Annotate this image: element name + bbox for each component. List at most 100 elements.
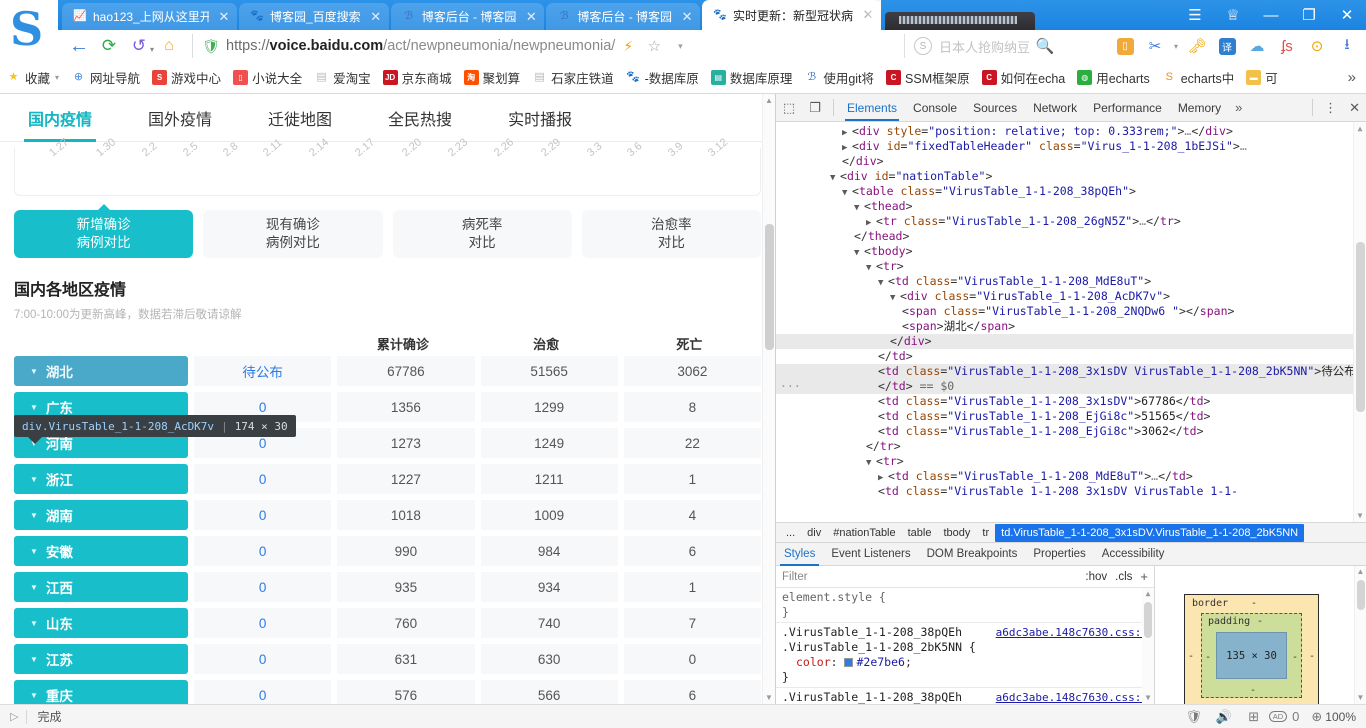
- devtools-tab-sources[interactable]: Sources: [965, 94, 1025, 121]
- dom-line-20[interactable]: <td class="VirusTable_1-1-208_EjGi8c">30…: [776, 424, 1366, 439]
- cloud-icon[interactable]: ☁: [1242, 32, 1272, 60]
- region-name-cell[interactable]: ▼ 江西: [14, 572, 188, 602]
- styles-scroll-thumb[interactable]: [1144, 602, 1152, 638]
- padding-left-value[interactable]: -: [1205, 652, 1211, 663]
- tab-close-icon[interactable]: ✕: [680, 10, 694, 24]
- dom-tree[interactable]: ▶ <div style="position: relative; top: 0.…: [776, 122, 1366, 522]
- expand-caret-icon[interactable]: ▼: [30, 367, 38, 376]
- dom-line-9[interactable]: ▼ <tbody>: [776, 244, 1366, 259]
- expand-caret-icon[interactable]: ▼: [30, 475, 38, 484]
- table-header-cell-3[interactable]: 治愈: [475, 334, 618, 353]
- lightning-icon[interactable]: ⚡: [615, 33, 641, 59]
- styles-filter-input[interactable]: Filter: [782, 571, 1085, 583]
- breadcrumb-item-5[interactable]: tbody: [937, 524, 976, 542]
- cursor-select-icon[interactable]: ⬚: [776, 95, 802, 121]
- dom-line-23[interactable]: ▶ <td class="VirusTable_1-1-208_MdE8uT">……: [776, 469, 1366, 484]
- dom-line-21[interactable]: </tr>: [776, 439, 1366, 454]
- box-pane-scrollbar[interactable]: ▲ ▼: [1354, 566, 1366, 704]
- bookmarks-overflow-icon[interactable]: »: [1348, 69, 1366, 86]
- bookmark-item-3[interactable]: S 游戏中心: [146, 66, 227, 90]
- bookmark-item-13[interactable]: C 如何在echa: [976, 66, 1072, 90]
- dom-line-17[interactable]: <td class="VirusTable_1-1-208_3x1sDV Vir…: [776, 364, 1366, 394]
- devtools-close-icon[interactable]: ✕: [1343, 100, 1366, 116]
- bookmark-item-7[interactable]: 淘聚划算: [458, 66, 527, 90]
- box-content-size[interactable]: 135 × 30: [1216, 632, 1287, 679]
- dom-line-3[interactable]: </div>: [776, 154, 1366, 169]
- table-row[interactable]: ▼ 湖北 待公布 67786 51565 3062: [14, 356, 761, 386]
- breadcrumb-item-7[interactable]: td.VirusTable_1-1-208_3x1sDV.VirusTable_…: [995, 523, 1305, 542]
- table-row[interactable]: ▼ 山东 0 760 740 7: [14, 608, 761, 638]
- close-window-icon[interactable]: ✕: [1328, 0, 1366, 30]
- sound-icon[interactable]: 🔊: [1209, 705, 1239, 728]
- styles-scrollbar[interactable]: ▲ ▼: [1142, 588, 1154, 704]
- scroll-up-icon[interactable]: ▲: [763, 94, 775, 107]
- border-left-value[interactable]: -: [1188, 651, 1194, 662]
- table-row[interactable]: ▼ 江苏 0 631 630 0: [14, 644, 761, 674]
- devtools-tab-console[interactable]: Console: [905, 94, 965, 121]
- dom-line-7[interactable]: ▶ <tr class="VirusTable_1-1-208_26gN5Z">……: [776, 214, 1366, 229]
- dom-line-19[interactable]: <td class="VirusTable_1-1-208_EjGi8c">51…: [776, 409, 1366, 424]
- table-header-cell-4[interactable]: 死亡: [618, 334, 761, 353]
- bookmark-item-10[interactable]: ▤ 数据库原理: [705, 66, 799, 90]
- dom-line-5[interactable]: ▼ <table class="VirusTable_1-1-208_38pQEh…: [776, 184, 1366, 199]
- dom-line-6[interactable]: ▼ <thead>: [776, 199, 1366, 214]
- bookmark-item-4[interactable]: ▯ 小说大全: [227, 66, 308, 90]
- dom-line-24[interactable]: <td class="VirusTable_1-1-208_3x1sDV Vir…: [776, 484, 1366, 495]
- table-header-cell-2[interactable]: 累计确诊: [331, 334, 474, 353]
- dom-line-16[interactable]: </td>: [776, 349, 1366, 364]
- reload-icon[interactable]: ⟳: [94, 32, 124, 60]
- browser-menu-icon[interactable]: ☰: [1176, 0, 1214, 30]
- dom-line-1[interactable]: ▶ <div style="position: relative; top: 0.…: [776, 124, 1366, 139]
- maximize-icon[interactable]: ❐: [1290, 0, 1328, 30]
- page-scrollbar[interactable]: ▲ ▼: [762, 94, 775, 704]
- site-tab-1[interactable]: 国内疫情: [24, 94, 97, 142]
- site-tab-2[interactable]: 国外疫情: [144, 94, 216, 142]
- scissors-icon[interactable]: ✂: [1140, 32, 1170, 60]
- breadcrumb-item-2[interactable]: div: [801, 524, 827, 542]
- padding-top-value[interactable]: -: [1257, 616, 1263, 627]
- browser-tab-5[interactable]: 🐾实时更新：新型冠状病毒✕: [702, 0, 882, 30]
- devtools-tab-performance[interactable]: Performance: [1085, 94, 1170, 121]
- sidebar-tab-styles[interactable]: Styles: [776, 543, 823, 566]
- region-name-cell[interactable]: ▼ 浙江: [14, 464, 188, 494]
- border-top-value[interactable]: -: [1251, 598, 1257, 609]
- breadcrumb-item-3[interactable]: #nationTable: [827, 524, 901, 542]
- sidebar-tab-event-listeners[interactable]: Event Listeners: [823, 543, 918, 566]
- segment-button-3[interactable]: 病死率 对比: [392, 210, 572, 258]
- bookmark-item-2[interactable]: ⊕ 网址导航: [65, 66, 146, 90]
- breadcrumb-item-4[interactable]: table: [902, 524, 938, 542]
- dom-line-11[interactable]: ▼ <td class="VirusTable_1-1-208_MdE8uT">: [776, 274, 1366, 289]
- style-value-color[interactable]: #2e7be6: [856, 655, 904, 669]
- dom-line-12[interactable]: ▼ <div class="VirusTable_1-1-208_AcDK7v">: [776, 289, 1366, 304]
- region-name-cell[interactable]: ▼ 湖北: [14, 356, 188, 386]
- bookmark-caret-icon[interactable]: ▾: [667, 33, 693, 59]
- style-source-link-2[interactable]: a6dc3abe.148c7630.css:1: [996, 690, 1148, 704]
- device-toggle-icon[interactable]: ❐: [802, 95, 828, 121]
- home-icon[interactable]: ⌂: [154, 32, 184, 60]
- table-row[interactable]: ▼ 重庆 0 576 566 6: [14, 680, 761, 704]
- bookmark-star-icon[interactable]: ☆: [641, 33, 667, 59]
- dom-line-4[interactable]: ▼ <div id="nationTable">: [776, 169, 1366, 184]
- browser-tab-4[interactable]: ℬ 博客后台 - 博客园 ✕: [546, 3, 701, 30]
- dom-line-18[interactable]: <td class="VirusTable_1-1-208_3x1sDV">67…: [776, 394, 1366, 409]
- table-row[interactable]: ▼ 安徽 0 990 984 6: [14, 536, 761, 566]
- back-icon[interactable]: ←: [64, 32, 94, 60]
- more-tools-icon[interactable]: ⊙: [1302, 32, 1332, 60]
- shield-check-icon[interactable]: 🛡: [1179, 705, 1209, 728]
- bookmark-caret-icon[interactable]: ▾: [55, 73, 59, 82]
- fs-icon[interactable]: ʄs: [1272, 32, 1302, 60]
- bookmark-item-15[interactable]: Secharts中: [1156, 66, 1241, 90]
- scissors-caret-icon[interactable]: ▾: [1170, 32, 1182, 60]
- address-bar[interactable]: 🛡 https://voice.baidu.com/act/newpneumon…: [192, 34, 892, 58]
- expand-caret-icon[interactable]: ▼: [30, 619, 38, 628]
- hov-toggle[interactable]: :hov: [1085, 571, 1107, 583]
- minimize-icon[interactable]: —: [1252, 0, 1290, 30]
- expand-caret-icon[interactable]: ▼: [30, 691, 38, 700]
- dom-scroll-up-icon[interactable]: ▲: [1354, 122, 1366, 135]
- search-submit-icon[interactable]: 🔍: [1030, 37, 1060, 55]
- box-scroll-down-icon[interactable]: ▼: [1355, 692, 1366, 704]
- bookmark-item-8[interactable]: ▤ 石家庄铁道: [526, 66, 620, 90]
- toolbox-icon[interactable]: ⊞: [1239, 705, 1269, 728]
- region-name-cell[interactable]: ▼ 安徽: [14, 536, 188, 566]
- dom-scroll-thumb[interactable]: [1356, 242, 1365, 412]
